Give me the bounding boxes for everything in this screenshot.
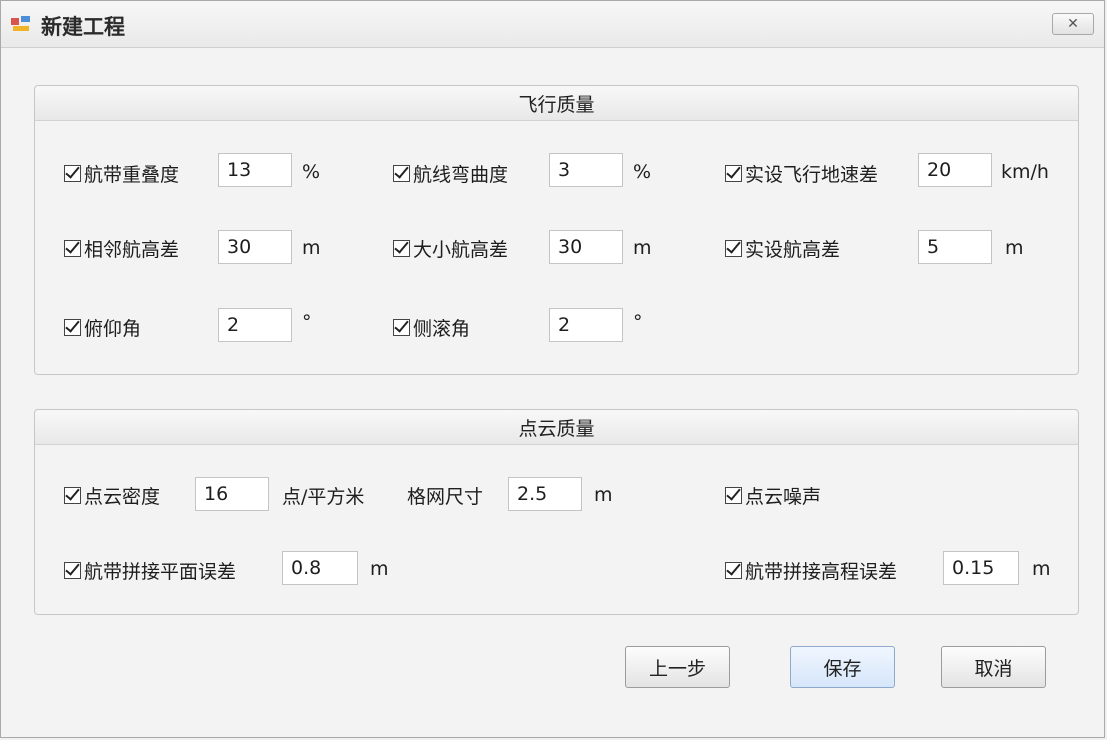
height-error-label: 航带拼接高程误差 xyxy=(745,560,898,583)
roll-angle-unit: ° xyxy=(633,311,643,333)
new-project-dialog: 新建工程 ✕ 飞行质量 航带重叠度 13 % 航线弯曲度 3 % 实设飞行地速差… xyxy=(0,0,1105,738)
route-curvature-checkbox[interactable]: 航线弯曲度 xyxy=(392,155,508,191)
ground-speed-diff-input[interactable]: 20 xyxy=(918,153,992,187)
route-curvature-unit: % xyxy=(633,161,652,183)
overlap-input[interactable]: 13 xyxy=(218,153,292,187)
pitch-angle-input[interactable]: 2 xyxy=(218,308,292,342)
height-error-unit: m xyxy=(1032,558,1051,580)
max-min-height-diff-input[interactable]: 30 xyxy=(549,230,623,264)
overlap-unit: % xyxy=(302,161,321,183)
ground-speed-diff-checkbox[interactable]: 实设飞行地速差 xyxy=(724,155,878,191)
close-button[interactable]: ✕ xyxy=(1052,13,1094,35)
previous-step-button[interactable]: 上一步 xyxy=(625,646,730,688)
pitch-angle-checkbox[interactable]: 俯仰角 xyxy=(63,309,141,345)
window-title: 新建工程 xyxy=(41,15,125,39)
close-icon: ✕ xyxy=(1067,16,1079,32)
roll-angle-input[interactable]: 2 xyxy=(549,308,623,342)
overlap-label: 航带重叠度 xyxy=(84,163,180,186)
max-min-height-diff-unit: m xyxy=(633,237,652,259)
checkbox-checked-icon xyxy=(392,318,410,336)
point-noise-label: 点云噪声 xyxy=(745,485,822,508)
checkbox-checked-icon xyxy=(63,486,81,504)
checkbox-checked-icon xyxy=(724,239,742,257)
adjacent-height-diff-checkbox[interactable]: 相邻航高差 xyxy=(63,230,179,266)
title-bar[interactable]: 新建工程 ✕ xyxy=(1,1,1104,48)
roll-angle-checkbox[interactable]: 侧滚角 xyxy=(392,309,470,345)
actual-height-diff-unit: m xyxy=(1005,237,1024,259)
overlap-checkbox[interactable]: 航带重叠度 xyxy=(63,155,179,191)
plane-error-label: 航带拼接平面误差 xyxy=(84,560,237,583)
pitch-angle-label: 俯仰角 xyxy=(84,317,142,340)
checkbox-checked-icon xyxy=(63,239,81,257)
save-button[interactable]: 保存 xyxy=(790,646,895,688)
flight-quality-title: 飞行质量 xyxy=(35,86,1078,121)
checkbox-checked-icon xyxy=(63,561,81,579)
adjacent-height-diff-input[interactable]: 30 xyxy=(218,230,292,264)
plane-error-checkbox[interactable]: 航带拼接平面误差 xyxy=(63,552,236,588)
plane-error-unit: m xyxy=(370,558,389,580)
adjacent-height-diff-unit: m xyxy=(302,237,321,259)
ground-speed-diff-label: 实设飞行地速差 xyxy=(745,163,879,186)
checkbox-checked-icon xyxy=(724,486,742,504)
cancel-button[interactable]: 取消 xyxy=(941,646,1046,688)
adjacent-height-diff-label: 相邻航高差 xyxy=(84,238,180,261)
checkbox-checked-icon xyxy=(392,164,410,182)
point-density-checkbox[interactable]: 点云密度 xyxy=(63,477,160,513)
actual-height-diff-checkbox[interactable]: 实设航高差 xyxy=(724,230,840,266)
pitch-angle-unit: ° xyxy=(302,311,312,333)
max-min-height-diff-label: 大小航高差 xyxy=(413,238,509,261)
point-cloud-quality-title: 点云质量 xyxy=(35,410,1078,445)
grid-size-label: 格网尺寸 xyxy=(407,485,484,508)
height-error-checkbox[interactable]: 航带拼接高程误差 xyxy=(724,552,897,588)
actual-height-diff-label: 实设航高差 xyxy=(745,238,841,261)
checkbox-checked-icon xyxy=(724,561,742,579)
roll-angle-label: 侧滚角 xyxy=(413,317,471,340)
max-min-height-diff-checkbox[interactable]: 大小航高差 xyxy=(392,230,508,266)
grid-size-input[interactable]: 2.5 xyxy=(508,477,582,511)
point-density-input[interactable]: 16 xyxy=(195,477,269,511)
grid-size-unit: m xyxy=(594,484,613,506)
route-curvature-input[interactable]: 3 xyxy=(549,153,623,187)
point-noise-checkbox[interactable]: 点云噪声 xyxy=(724,477,821,513)
plane-error-input[interactable]: 0.8 xyxy=(282,551,358,585)
route-curvature-label: 航线弯曲度 xyxy=(413,163,509,186)
checkbox-checked-icon xyxy=(63,164,81,182)
height-error-input[interactable]: 0.15 xyxy=(943,551,1019,585)
actual-height-diff-input[interactable]: 5 xyxy=(918,230,992,264)
checkbox-checked-icon xyxy=(724,164,742,182)
app-window-icon xyxy=(11,16,30,31)
ground-speed-diff-unit: km/h xyxy=(1001,161,1049,183)
checkbox-checked-icon xyxy=(63,318,81,336)
checkbox-checked-icon xyxy=(392,239,410,257)
point-density-unit: 点/平方米 xyxy=(282,485,365,508)
point-density-label: 点云密度 xyxy=(84,485,161,508)
